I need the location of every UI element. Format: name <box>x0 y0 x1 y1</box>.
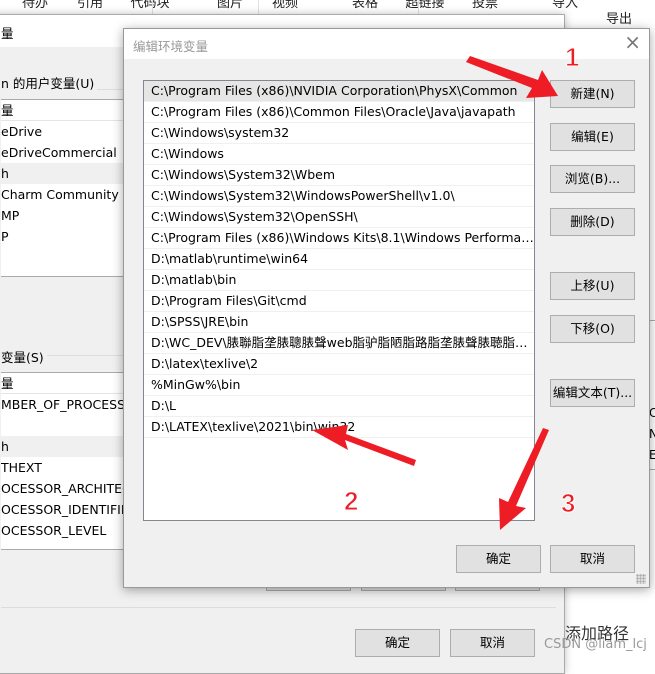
annotation-arrows <box>312 56 558 530</box>
annotation-number-3: 3 <box>561 488 575 518</box>
annotation-number-1: 1 <box>565 42 579 72</box>
arrow-1 <box>466 56 558 98</box>
watermark: CSDN @liam_lcj <box>544 637 647 652</box>
annotation-overlay: 1 2 3 <box>312 42 580 530</box>
annotation-number-2: 2 <box>344 486 358 516</box>
arrow-3 <box>499 428 549 530</box>
arrow-2 <box>312 425 416 466</box>
